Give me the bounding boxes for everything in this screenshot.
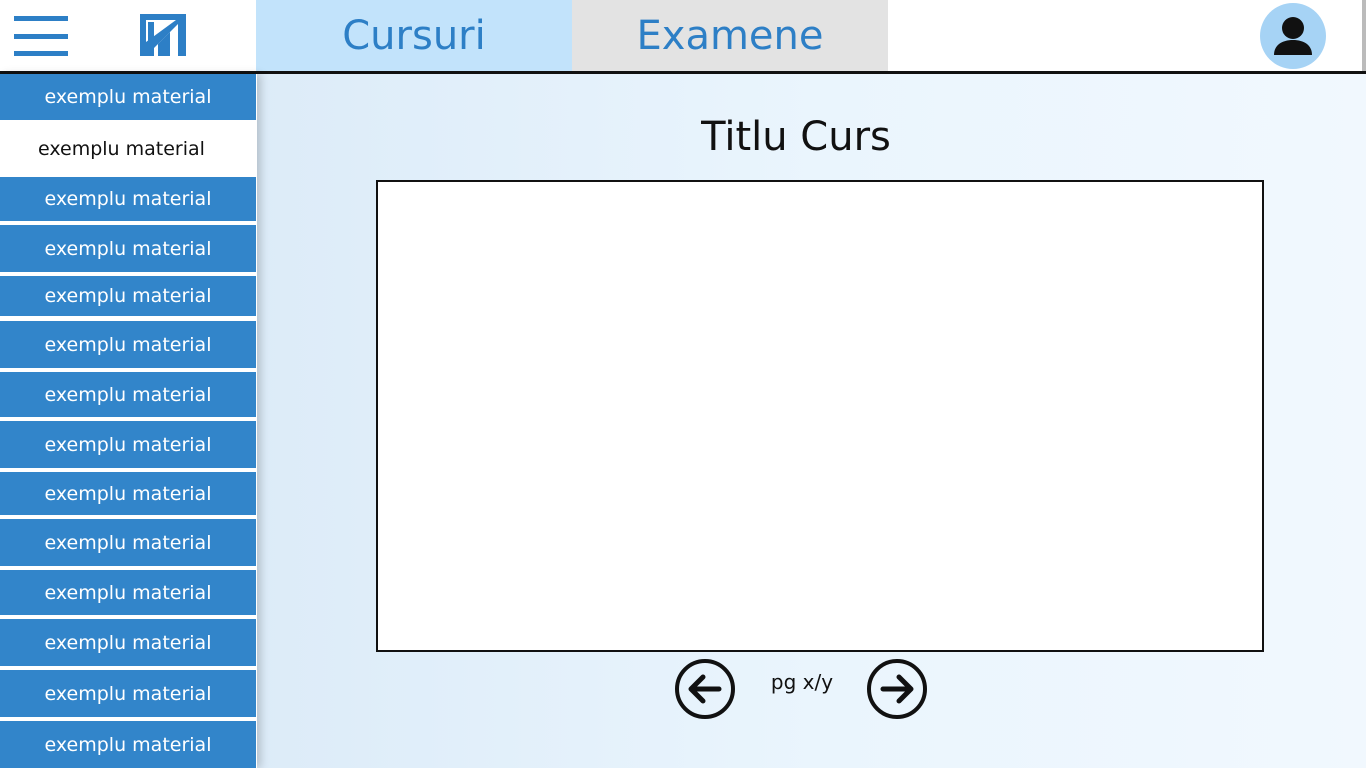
- sidebar-item[interactable]: exemplu material: [0, 225, 256, 272]
- page-indicator: pg x/y: [770, 670, 834, 694]
- sidebar-item-label: exemplu material: [44, 285, 212, 307]
- sidebar-item[interactable]: exemplu material: [0, 321, 256, 368]
- fmi-logo-icon[interactable]: [138, 12, 188, 58]
- tab-cursuri[interactable]: Cursuri: [256, 0, 572, 71]
- sidebar-item-label: exemplu material: [44, 333, 212, 356]
- arrow-right-circle-icon[interactable]: [866, 658, 928, 720]
- sidebar-item-label: exemplu material: [44, 482, 212, 505]
- sidebar-item-label: exemplu material: [44, 188, 212, 210]
- tab-cursuri-label: Cursuri: [342, 12, 486, 59]
- sidebar-item-label: exemplu material: [44, 682, 212, 705]
- sidebar-item-active[interactable]: exemplu material: [0, 121, 256, 176]
- hamburger-menu-icon[interactable]: [14, 16, 68, 56]
- sidebar-item-label: exemplu material: [44, 631, 212, 654]
- sidebar-item-label: exemplu material: [44, 383, 212, 406]
- sidebar-item-label: exemplu material: [44, 237, 212, 260]
- arrow-left-circle-icon[interactable]: [674, 658, 736, 720]
- top-bar: Cursuri Examene: [0, 0, 1366, 74]
- sidebar-item[interactable]: exemplu material: [0, 619, 256, 666]
- page-title: Titlu Curs: [701, 114, 891, 160]
- sidebar-item[interactable]: exemplu material: [0, 421, 256, 468]
- sidebar-item[interactable]: exemplu material: [0, 472, 256, 515]
- sidebar-item-label: exemplu material: [44, 733, 212, 756]
- sidebar-item[interactable]: exemplu material: [0, 570, 256, 615]
- sidebar-item-label: exemplu material: [44, 581, 212, 604]
- window-edge: [1362, 0, 1366, 71]
- sidebar-item[interactable]: exemplu material: [0, 670, 256, 717]
- sidebar-item[interactable]: exemplu material: [0, 177, 256, 221]
- sidebar-item[interactable]: exemplu material: [0, 519, 256, 566]
- tab-examene-label: Examene: [636, 12, 824, 59]
- course-content-viewer[interactable]: [376, 180, 1264, 652]
- sidebar-item-label: exemplu material: [44, 531, 212, 554]
- user-avatar-icon[interactable]: [1260, 3, 1326, 69]
- tab-examene[interactable]: Examene: [572, 0, 888, 71]
- sidebar-item-label: exemplu material: [44, 433, 212, 456]
- sidebar-item-label: exemplu material: [38, 137, 205, 160]
- sidebar: exemplu material exemplu material exempl…: [0, 74, 257, 768]
- sidebar-item[interactable]: exemplu material: [0, 372, 256, 417]
- sidebar-item[interactable]: exemplu material: [0, 721, 256, 768]
- sidebar-item[interactable]: exemplu material: [0, 74, 256, 120]
- sidebar-item-label: exemplu material: [44, 86, 212, 108]
- sidebar-item[interactable]: exemplu material: [0, 276, 256, 316]
